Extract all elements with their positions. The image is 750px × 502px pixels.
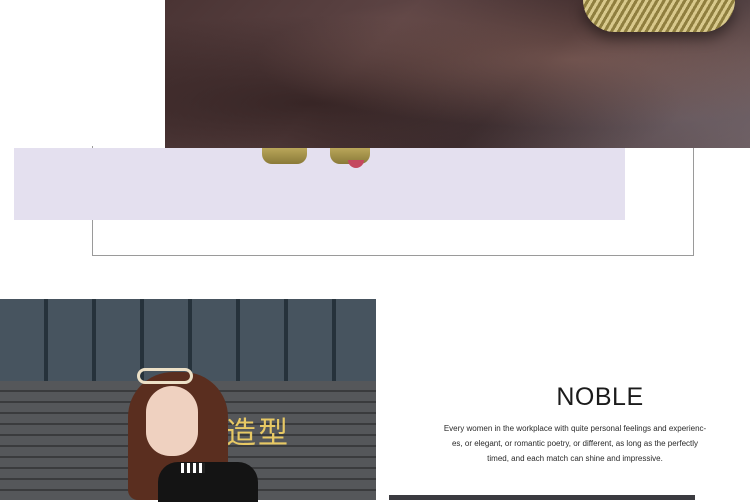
product-photo [165,0,750,148]
shoe-photo-image [583,0,735,32]
next-image-edge [389,495,695,500]
section-headline: NOBLE [556,383,644,411]
shoe-left-image [262,148,307,164]
description-line: es, or elegant, or romantic poetry, or d… [451,439,699,448]
section-description: Every women in the workplace with quite … [420,421,730,466]
description-line: timed, and each match can shine and impr… [487,454,663,463]
product-panel [14,148,625,220]
dress-collar [181,463,205,473]
shop-sign: 造型 [226,416,290,451]
model-dress [158,462,258,502]
description-line: Every women in the workplace with quite … [443,424,707,433]
model-face [146,386,198,456]
sunglasses [137,368,193,384]
